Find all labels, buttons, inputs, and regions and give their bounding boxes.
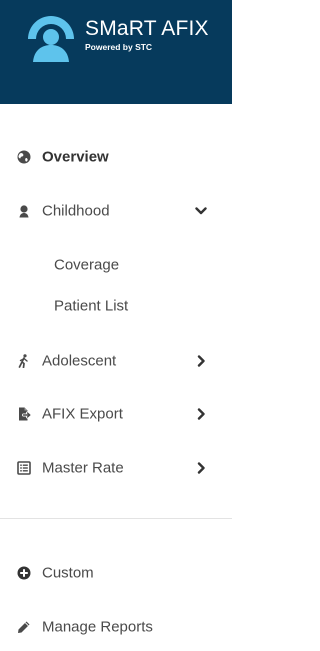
chevron-right-icon[interactable] bbox=[195, 408, 207, 420]
nav-label-childhood: Childhood bbox=[42, 202, 110, 220]
nav-item-custom[interactable]: Custom bbox=[0, 555, 232, 591]
baby-icon bbox=[17, 204, 31, 218]
chevron-right-icon[interactable] bbox=[195, 355, 207, 367]
pencil-icon bbox=[17, 620, 31, 634]
nav-item-adolescent[interactable]: Adolescent bbox=[0, 343, 232, 379]
plus-circle-icon bbox=[17, 566, 31, 580]
nav-item-manage-reports[interactable]: Manage Reports bbox=[0, 609, 232, 645]
nav-label-master-rate: Master Rate bbox=[42, 459, 124, 477]
sub-item-patient-list[interactable]: Patient List bbox=[0, 291, 232, 321]
sub-label-coverage: Coverage bbox=[54, 256, 120, 274]
nav-label-adolescent: Adolescent bbox=[42, 352, 117, 370]
walking-icon bbox=[17, 354, 31, 368]
sub-item-coverage[interactable]: Coverage bbox=[0, 250, 232, 280]
nav-item-overview[interactable]: Overview bbox=[0, 139, 232, 175]
nav-label-custom: Custom bbox=[42, 564, 94, 582]
nav-item-master-rate[interactable]: Master Rate bbox=[0, 450, 232, 486]
nav-label-afix-export: AFIX Export bbox=[42, 405, 123, 423]
chevron-down-icon[interactable] bbox=[195, 205, 207, 217]
sub-label-patient-list: Patient List bbox=[54, 297, 129, 315]
section-divider bbox=[0, 518, 232, 519]
nav-label-overview: Overview bbox=[42, 148, 109, 166]
app-title: SMaRT AFIX bbox=[85, 17, 209, 40]
chevron-right-icon[interactable] bbox=[195, 462, 207, 474]
file-export-icon bbox=[17, 407, 31, 421]
globe-icon bbox=[17, 150, 31, 164]
list-alt-icon bbox=[17, 461, 31, 475]
user-circle-logo-icon[interactable] bbox=[24, 12, 78, 62]
nav-item-childhood[interactable]: Childhood bbox=[0, 193, 232, 229]
nav-label-manage-reports: Manage Reports bbox=[42, 618, 153, 636]
app-subtitle: Powered by STC bbox=[85, 42, 153, 52]
sidebar-header: SMaRT AFIX Powered by STC bbox=[0, 0, 232, 104]
nav-item-afix-export[interactable]: AFIX Export bbox=[0, 396, 232, 432]
